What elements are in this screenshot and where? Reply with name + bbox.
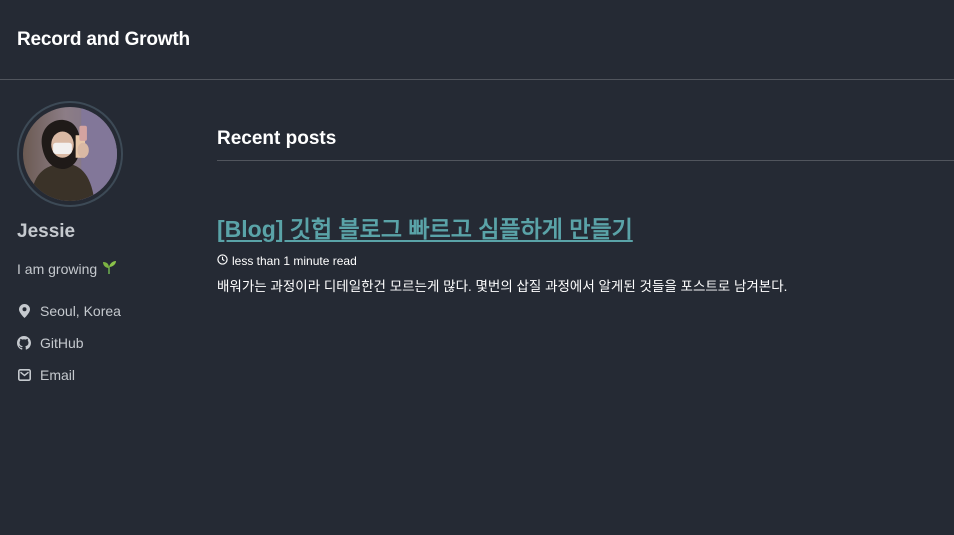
main-content: Recent posts [Blog] 깃헙 블로그 빠르고 심플하게 만들기 … [217,128,954,295]
author-name: Jessie [17,221,76,242]
avatar-photo [23,107,117,201]
post-meta: less than 1 minute read [217,254,954,268]
author-bio-text: I am growing [17,260,98,277]
site-title[interactable]: Record and Growth [17,29,190,51]
avatar [17,101,123,207]
envelope-icon [17,368,31,382]
post-excerpt: 배워가는 과정이라 디테일한건 모르는게 많다. 몇번의 삽질 과정에서 알게된… [217,279,788,294]
author-link-location[interactable]: Seoul, Korea [17,300,187,322]
github-icon [17,336,31,350]
author-link-label: Email [40,367,76,383]
post-item: [Blog] 깃헙 블로그 빠르고 심플하게 만들기 less than 1 m… [217,210,954,295]
author-links: Seoul, Korea GitHub Email [17,300,187,386]
author-bio: I am growing [17,259,187,278]
post-title-link[interactable]: [Blog] 깃헙 블로그 빠르고 심플하게 만들기 [217,210,633,244]
author-link-github[interactable]: GitHub [17,332,187,354]
seedling-icon [101,259,117,278]
map-marker-icon [17,304,31,318]
author-link-label: Seoul, Korea [40,303,121,319]
author-link-label: GitHub [40,335,84,351]
masthead: Record and Growth [0,0,954,80]
author-link-email[interactable]: Email [17,364,187,386]
post-read-time: less than 1 minute read [232,254,357,268]
page-heading: Recent posts [217,128,954,161]
clock-icon [217,254,228,268]
author-sidebar: Jessie I am growing Seoul, Korea GitHub … [17,101,187,402]
